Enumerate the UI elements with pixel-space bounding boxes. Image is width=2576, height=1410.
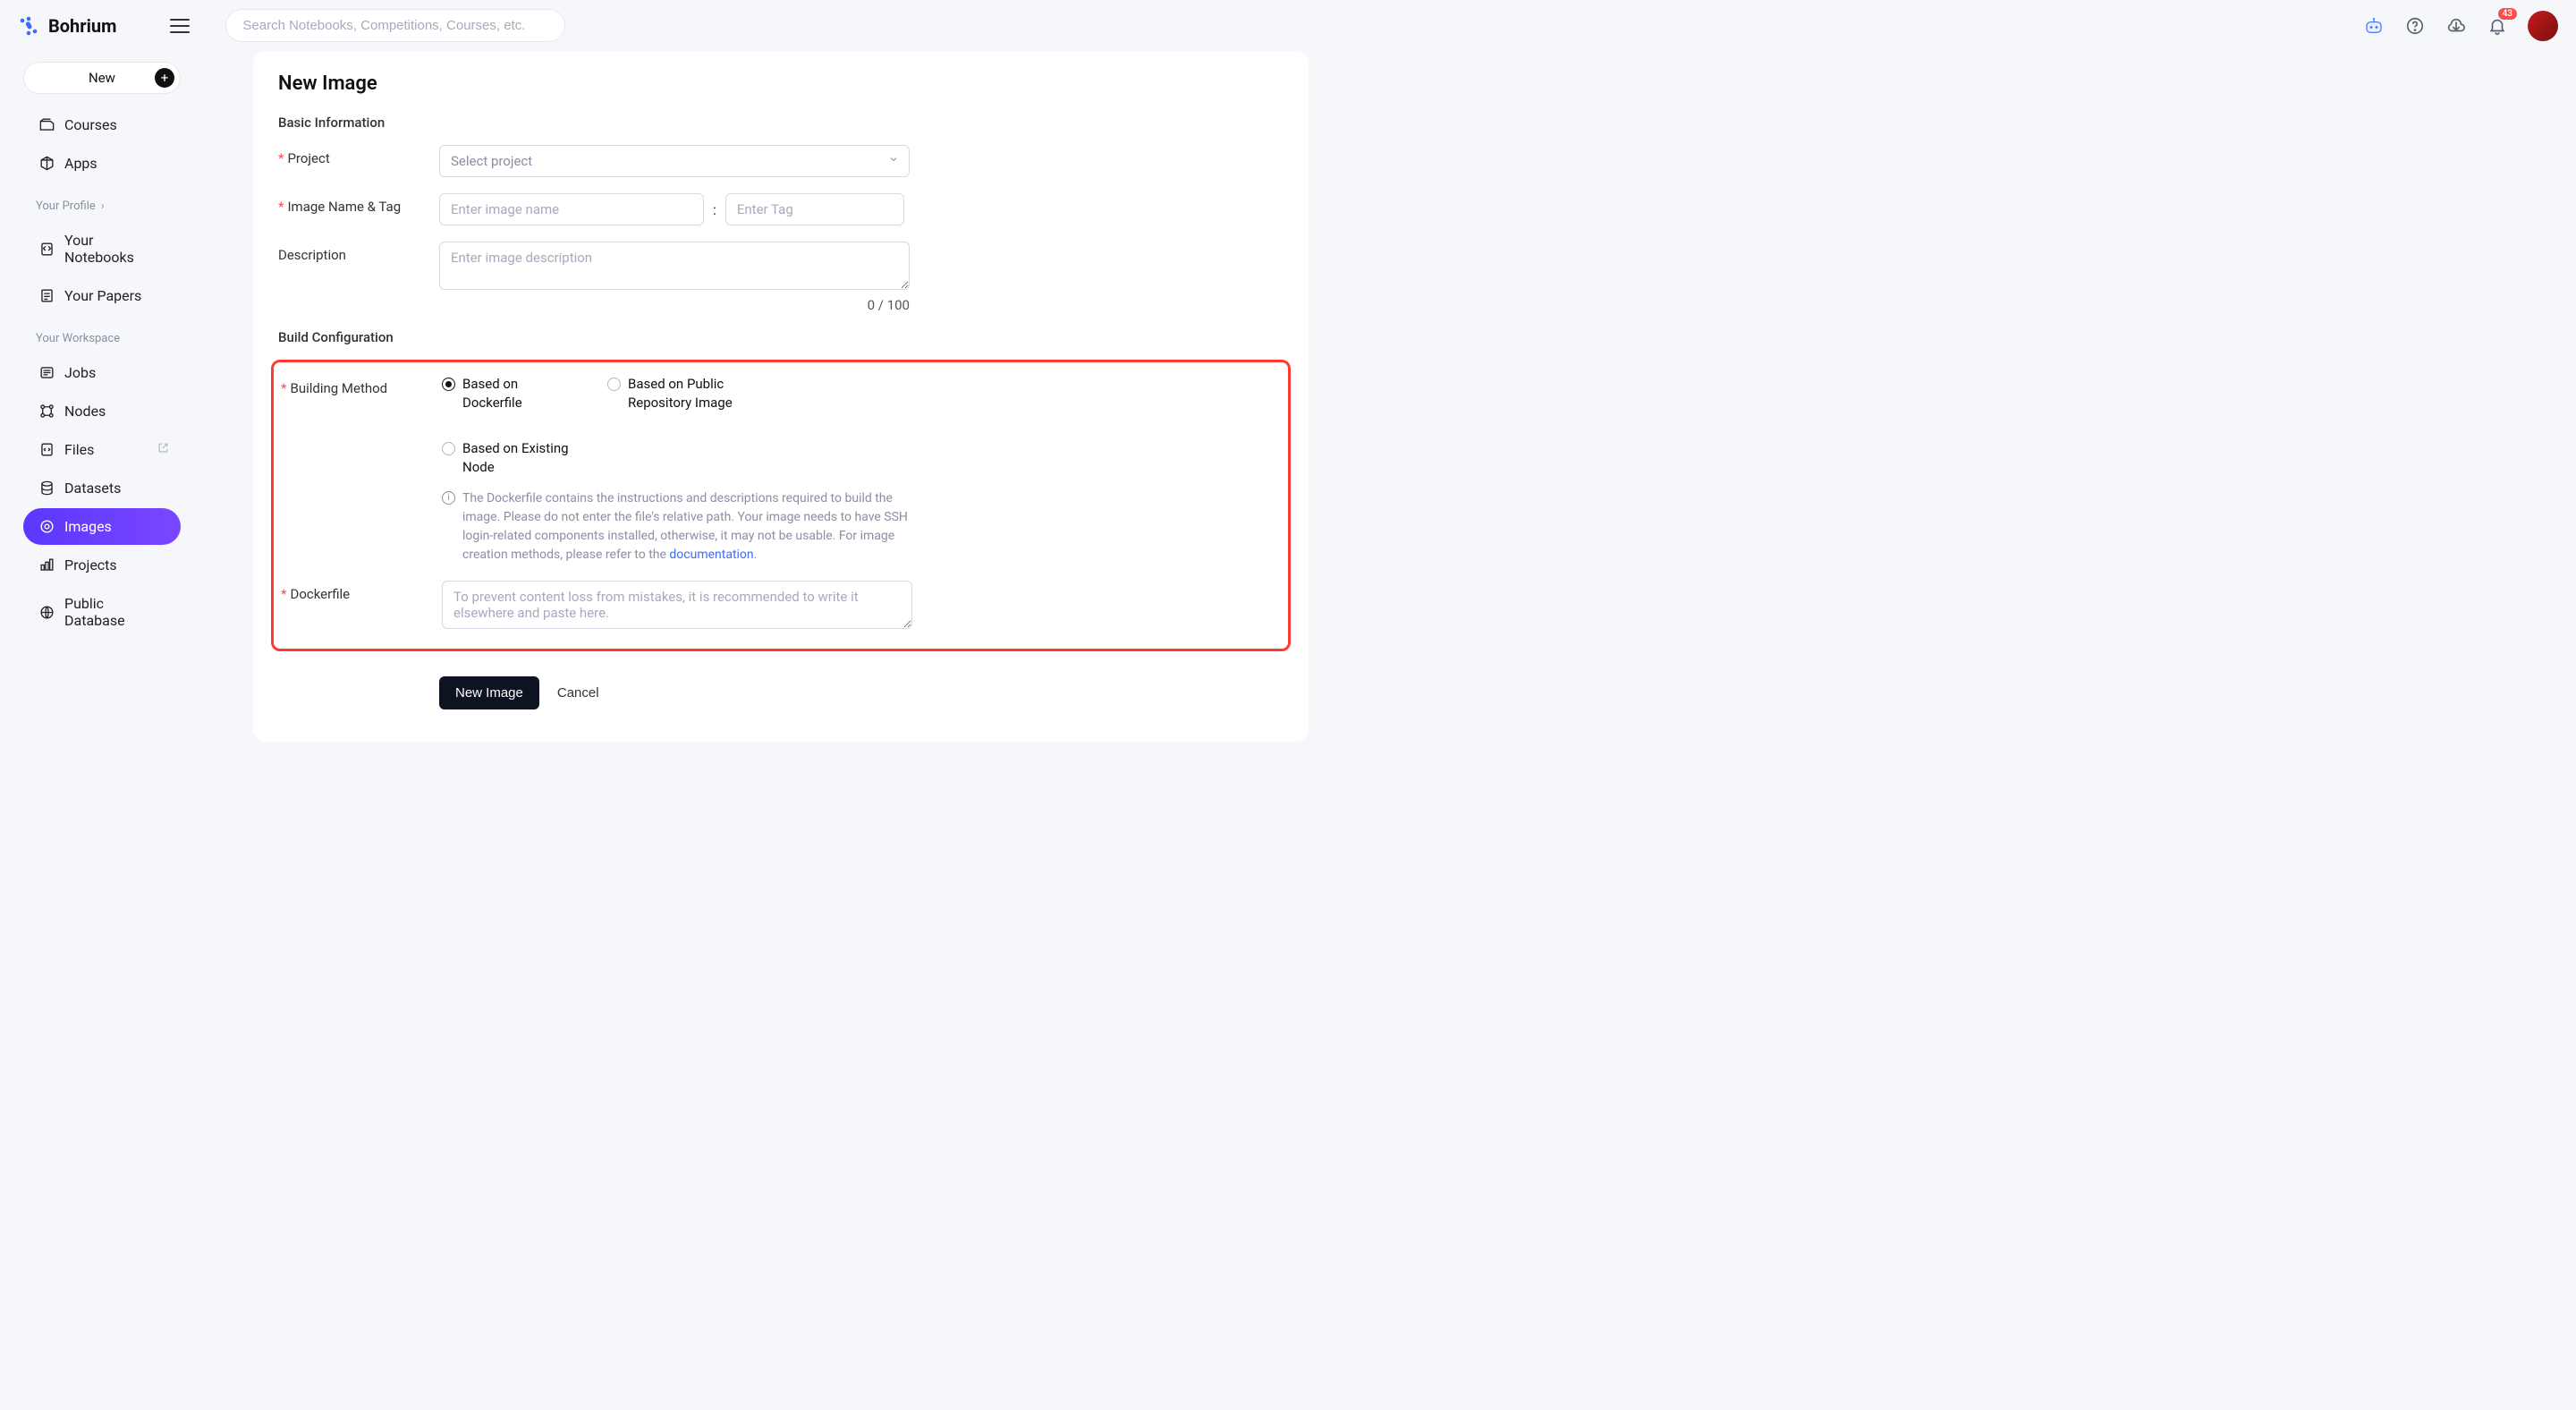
sidebar-item-images[interactable]: Images <box>23 508 181 545</box>
radio-indicator <box>607 378 621 391</box>
radio-indicator-selected <box>442 378 455 391</box>
label-project: *Project <box>278 145 439 166</box>
submit-button[interactable]: New Image <box>439 676 539 709</box>
plus-icon: + <box>155 68 174 88</box>
image-name-input[interactable] <box>439 193 704 225</box>
sidebar-item-label: Your Papers <box>64 287 141 304</box>
courses-icon <box>38 116 55 134</box>
sidebar-item-projects[interactable]: Projects <box>23 547 181 583</box>
sidebar-item-courses[interactable]: Courses <box>23 106 181 143</box>
new-button[interactable]: New + <box>23 62 181 94</box>
public-db-icon <box>38 603 55 621</box>
description-counter: 0 / 100 <box>439 297 910 313</box>
download-icon[interactable] <box>2445 15 2467 37</box>
dockerfile-textarea[interactable] <box>442 581 912 629</box>
brand-name: Bohrium <box>48 15 116 37</box>
dockerfile-info-text: The Dockerfile contains the instructions… <box>462 489 912 565</box>
datasets-icon <box>38 480 55 497</box>
project-select[interactable]: Select project <box>439 145 910 177</box>
form-card: New Image Basic Information *Project Sel… <box>253 51 1309 742</box>
header-actions: 43 <box>2363 11 2558 41</box>
label-description: Description <box>278 242 439 263</box>
sidebar-item-files[interactable]: Files <box>23 431 181 468</box>
sidebar-section-profile[interactable]: Your Profile › <box>0 183 204 220</box>
jobs-icon <box>38 364 55 382</box>
files-icon <box>38 441 55 459</box>
bot-icon[interactable] <box>2363 15 2385 37</box>
notebooks-icon <box>38 240 55 258</box>
sidebar-item-apps[interactable]: Apps <box>23 145 181 182</box>
highlighted-region: *Building Method Based on Dockerfile Bas… <box>271 360 1291 651</box>
sidebar-item-public-database[interactable]: Public Database <box>23 585 181 639</box>
projects-icon <box>38 556 55 574</box>
nodes-icon <box>38 403 55 420</box>
sidebar-item-label: Apps <box>64 155 97 172</box>
sidebar-item-label: Datasets <box>64 480 121 497</box>
papers-icon <box>38 287 55 305</box>
sidebar-item-datasets[interactable]: Datasets <box>23 470 181 506</box>
apps-icon <box>38 155 55 173</box>
new-button-label: New <box>89 70 115 86</box>
description-textarea[interactable] <box>439 242 910 290</box>
notifications-badge: 43 <box>2498 8 2517 20</box>
sidebar-item-nodes[interactable]: Nodes <box>23 393 181 429</box>
help-icon[interactable] <box>2404 15 2426 37</box>
image-tag-input[interactable] <box>725 193 904 225</box>
name-tag-separator: : <box>713 201 716 218</box>
section-basic-info: Basic Information <box>278 115 1284 131</box>
label-image-name: *Image Name & Tag <box>278 193 439 215</box>
page-title: New Image <box>278 72 1284 95</box>
brand-logo-icon <box>18 15 39 37</box>
avatar[interactable] <box>2528 11 2558 41</box>
radio-public-repo[interactable]: Based on Public Repository Image <box>607 375 777 412</box>
sidebar-item-label: Jobs <box>64 364 96 381</box>
label-building-method: *Building Method <box>281 375 442 396</box>
sidebar-item-jobs[interactable]: Jobs <box>23 354 181 391</box>
radio-indicator <box>442 442 455 455</box>
notifications-icon[interactable]: 43 <box>2487 15 2508 37</box>
brand-area[interactable]: Bohrium <box>18 15 116 37</box>
external-icon <box>157 441 170 458</box>
label-dockerfile: *Dockerfile <box>281 581 442 602</box>
images-icon <box>38 518 55 536</box>
sidebar-item-label: Images <box>64 518 112 535</box>
radio-existing-node[interactable]: Based on Existing Node <box>442 439 580 477</box>
sidebar-item-label: Your Notebooks <box>64 232 166 266</box>
info-icon: i <box>442 491 455 505</box>
top-header: Bohrium 43 <box>0 0 2576 51</box>
sidebar-item-your-papers[interactable]: Your Papers <box>23 277 181 314</box>
documentation-link[interactable]: documentation <box>669 548 753 562</box>
sidebar-item-label: Public Database <box>64 595 166 629</box>
radio-dockerfile[interactable]: Based on Dockerfile <box>442 375 580 412</box>
search-input[interactable] <box>225 9 565 42</box>
section-build-config: Build Configuration <box>278 329 1284 345</box>
chevron-right-icon: › <box>101 200 105 213</box>
main-content: New Image Basic Information *Project Sel… <box>204 51 2576 767</box>
menu-toggle-icon[interactable] <box>170 19 190 33</box>
cancel-button[interactable]: Cancel <box>557 685 599 701</box>
sidebar-section-workspace: Your Workspace <box>0 316 204 352</box>
sidebar-item-label: Projects <box>64 556 117 573</box>
sidebar-item-label: Files <box>64 441 94 458</box>
sidebar-item-label: Courses <box>64 116 117 133</box>
sidebar-item-your-notebooks[interactable]: Your Notebooks <box>23 222 181 276</box>
sidebar-item-label: Nodes <box>64 403 106 420</box>
sidebar: New + Courses Apps Your Profile › Your N… <box>0 51 204 767</box>
form-actions: New Image Cancel <box>278 676 1284 709</box>
